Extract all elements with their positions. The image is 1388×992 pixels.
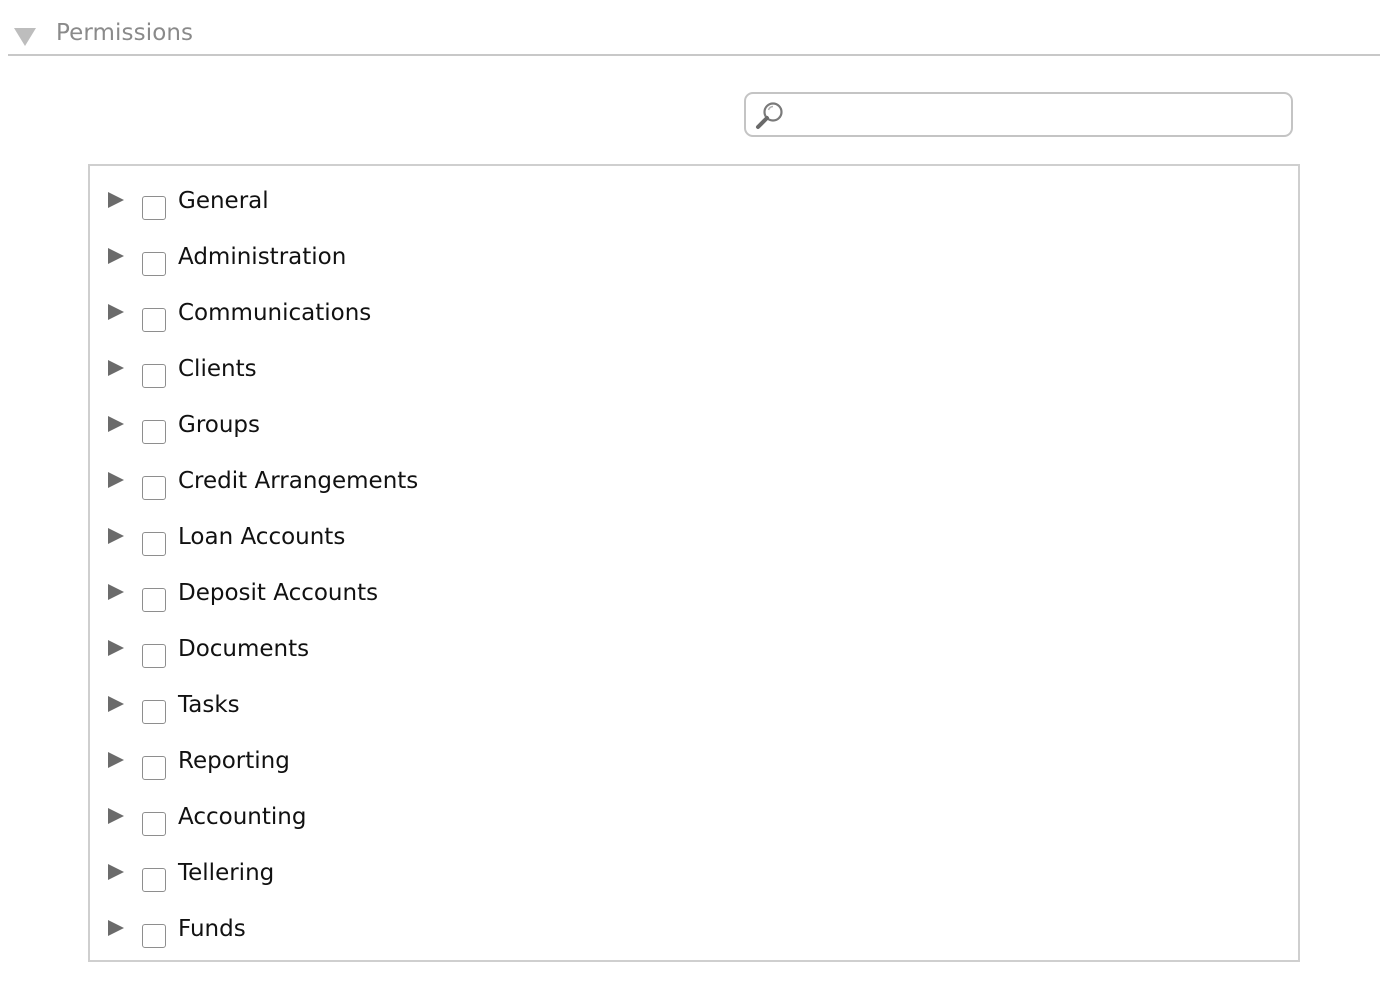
expand-arrow-icon[interactable] <box>106 358 126 378</box>
expand-arrow-icon[interactable] <box>106 414 126 434</box>
permission-checkbox[interactable] <box>142 476 166 500</box>
tree-item-label: Tellering <box>178 860 275 886</box>
expand-arrow-icon[interactable] <box>106 638 126 658</box>
permission-checkbox[interactable] <box>142 868 166 892</box>
tree-item-label: Administration <box>178 244 347 270</box>
tree-item: Groups <box>90 394 1298 450</box>
permission-checkbox[interactable] <box>142 196 166 220</box>
tree-item-label: Groups <box>178 412 261 438</box>
tree-item-label: Deposit Accounts <box>178 580 379 606</box>
permission-checkbox[interactable] <box>142 308 166 332</box>
expand-arrow-icon[interactable] <box>106 470 126 490</box>
tree-item-label: Clients <box>178 356 257 382</box>
permission-checkbox[interactable] <box>142 420 166 444</box>
tree-item: Reporting <box>90 730 1298 786</box>
tree-item: Loan Accounts <box>90 506 1298 562</box>
permission-checkbox[interactable] <box>142 812 166 836</box>
tree-item: Clients <box>90 338 1298 394</box>
tree-item: Tellering <box>90 842 1298 898</box>
expand-arrow-icon[interactable] <box>106 582 126 602</box>
permission-checkbox[interactable] <box>142 252 166 276</box>
triangle-down-icon[interactable] <box>12 26 38 48</box>
tree-item-label: Tasks <box>178 692 240 718</box>
search-input[interactable] <box>794 98 1288 134</box>
expand-arrow-icon[interactable] <box>106 526 126 546</box>
permission-checkbox[interactable] <box>142 700 166 724</box>
expand-arrow-icon[interactable] <box>106 246 126 266</box>
magnifier-icon <box>754 100 786 132</box>
tree-item-label: Accounting <box>178 804 307 830</box>
permission-checkbox[interactable] <box>142 924 166 948</box>
tree-item: Accounting <box>90 786 1298 842</box>
tree-item: Funds <box>90 898 1298 954</box>
tree-item: Communications <box>90 282 1298 338</box>
expand-arrow-icon[interactable] <box>106 190 126 210</box>
tree-item: Administration <box>90 226 1298 282</box>
expand-arrow-icon[interactable] <box>106 806 126 826</box>
tree-item-label: General <box>178 188 269 214</box>
tree-item: Deposit Accounts <box>90 562 1298 618</box>
permission-checkbox[interactable] <box>142 532 166 556</box>
section-title: Permissions <box>56 20 194 46</box>
tree-item: Tasks <box>90 674 1298 730</box>
permissions-section-header: Permissions <box>8 16 1380 56</box>
tree-item-label: Credit Arrangements <box>178 468 419 494</box>
permission-checkbox[interactable] <box>142 756 166 780</box>
expand-arrow-icon[interactable] <box>106 918 126 938</box>
permission-checkbox[interactable] <box>142 644 166 668</box>
tree-item-label: Reporting <box>178 748 290 774</box>
tree-item-label: Documents <box>178 636 310 662</box>
tree-item: General <box>90 170 1298 226</box>
expand-arrow-icon[interactable] <box>106 302 126 322</box>
expand-arrow-icon[interactable] <box>106 694 126 714</box>
permissions-tree: General Administration Communications Clien… <box>88 164 1300 962</box>
tree-item: Documents <box>90 618 1298 674</box>
expand-arrow-icon[interactable] <box>106 862 126 882</box>
permission-checkbox[interactable] <box>142 364 166 388</box>
search-field[interactable] <box>744 92 1293 137</box>
permission-checkbox[interactable] <box>142 588 166 612</box>
tree-item-label: Funds <box>178 916 246 942</box>
tree-item-label: Loan Accounts <box>178 524 346 550</box>
expand-arrow-icon[interactable] <box>106 750 126 770</box>
tree-item-label: Communications <box>178 300 372 326</box>
tree-item: Credit Arrangements <box>90 450 1298 506</box>
